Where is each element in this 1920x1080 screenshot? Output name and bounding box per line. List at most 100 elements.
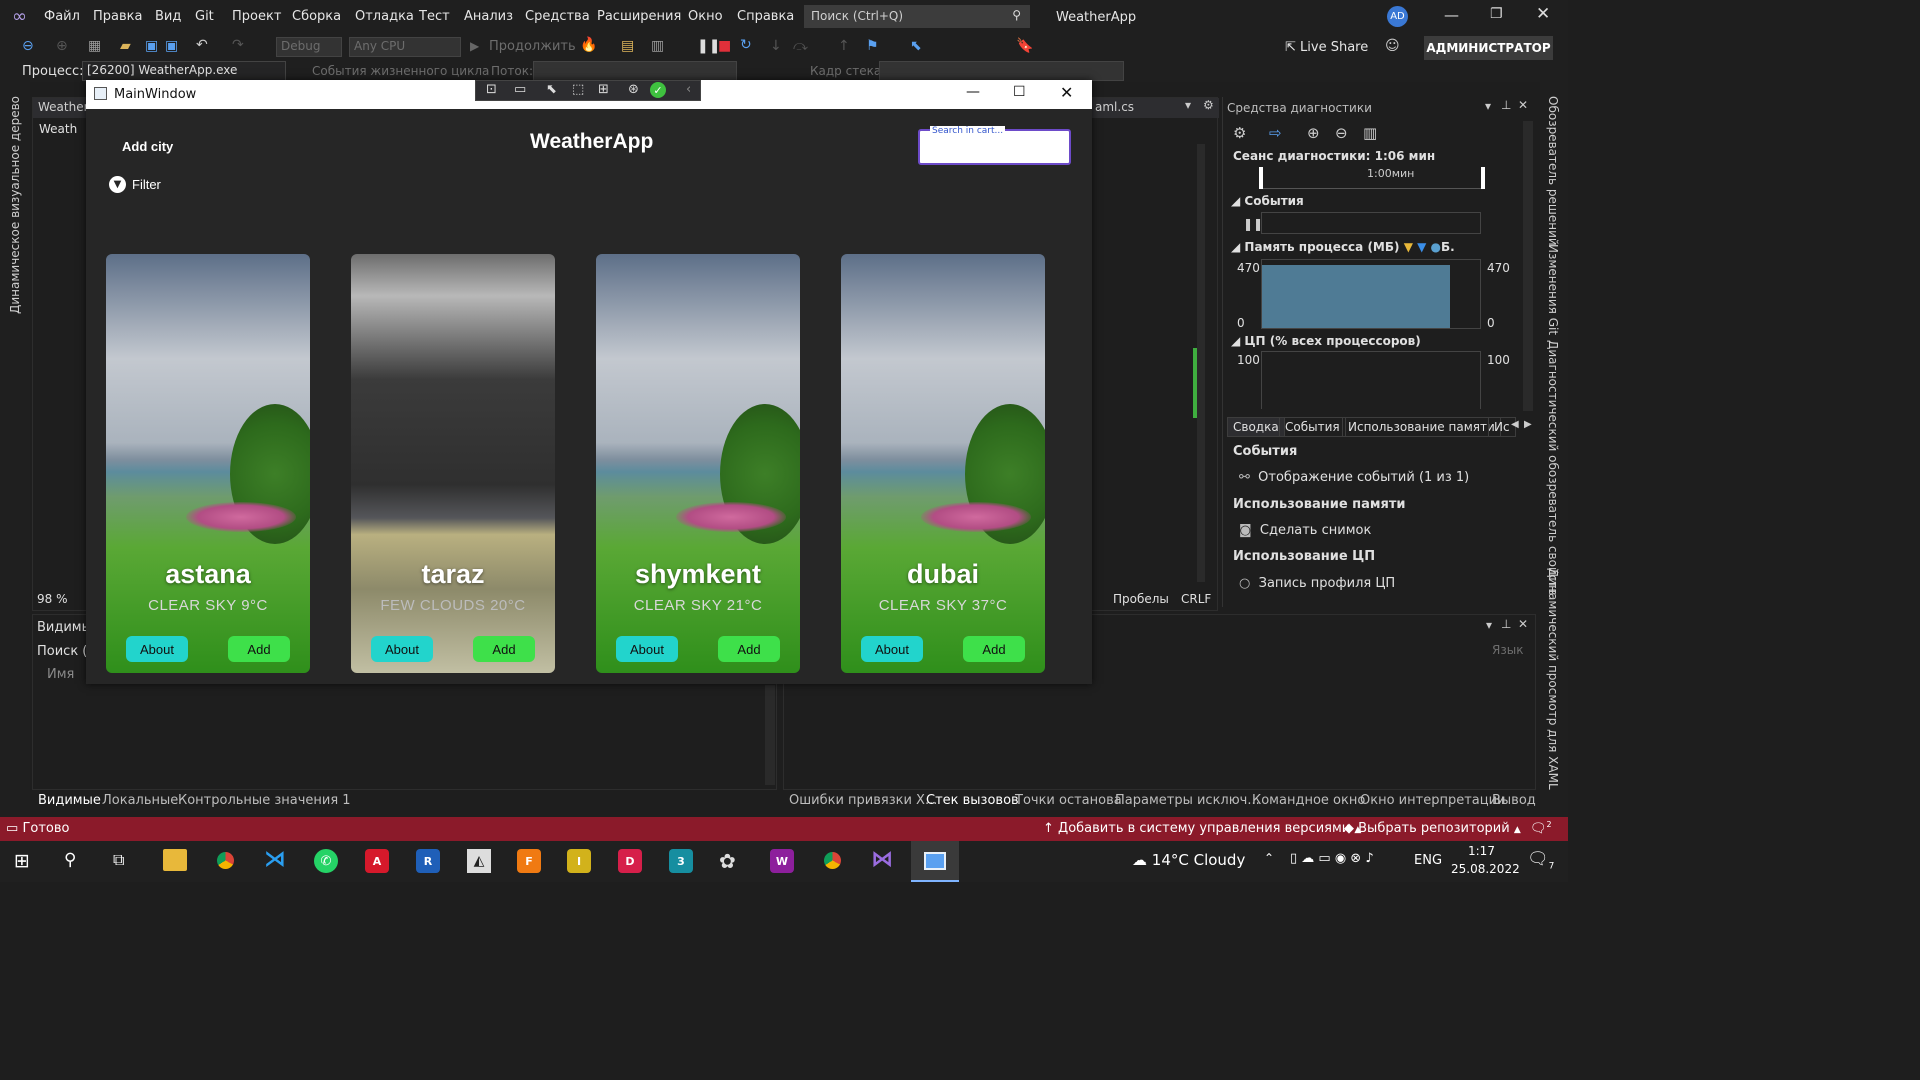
about-button[interactable]: About <box>616 636 678 662</box>
menu-edit[interactable]: Правка <box>93 9 142 24</box>
tab-events[interactable]: События <box>1279 417 1346 437</box>
binding-failures-icon[interactable]: ⊛ <box>628 82 639 97</box>
tray-chevron-icon[interactable]: ⌃ <box>1264 851 1274 865</box>
timeline-end-handle[interactable] <box>1481 167 1485 189</box>
redo-icon[interactable]: ↷ <box>232 37 244 53</box>
tab-locals[interactable]: Локальные <box>102 793 178 808</box>
shield-app-icon[interactable]: ✿ <box>719 849 736 873</box>
advance-steel-icon[interactable]: ◭ <box>467 849 491 873</box>
keyboard-language[interactable]: ENG <box>1414 853 1442 868</box>
process-select[interactable]: [26200] WeatherApp.exe <box>82 61 286 81</box>
pin-icon[interactable]: ⊥ <box>1501 617 1511 631</box>
task-view-icon[interactable]: ⧉ <box>113 850 124 870</box>
w-app-icon[interactable]: W <box>770 849 794 873</box>
record-icon-toolbar[interactable]: ▭ <box>514 82 526 97</box>
tab-visible[interactable]: Видимые <box>38 793 101 808</box>
app-title-bar[interactable]: MainWindow ⊡ ▭ ⬉ ⬚ ⊞ ⊛ ✓ ‹ — ☐ ✕ <box>86 80 1092 109</box>
menu-project[interactable]: Проект <box>232 9 281 24</box>
menu-build[interactable]: Сборка <box>292 9 341 24</box>
tree-item[interactable]: Weath <box>39 122 77 136</box>
open-folder-icon[interactable]: ▰ <box>120 38 131 54</box>
stack-frame-select[interactable] <box>879 61 1124 81</box>
weatherapp-taskbar-icon[interactable] <box>911 841 959 882</box>
zoom-in-icon[interactable]: ⊕ <box>1307 124 1320 142</box>
save-all-icon[interactable]: ▣ <box>165 38 178 54</box>
diag-scrollbar[interactable] <box>1523 121 1533 411</box>
solution-explorer-tab[interactable]: Обозреватель решений <box>1546 96 1560 246</box>
settings-gear-icon[interactable]: ⚙ <box>1203 98 1214 112</box>
go-to-live-tree-icon[interactable]: ⊡ <box>486 82 497 97</box>
tab-dropdown-icon[interactable]: ▾ <box>1185 98 1191 112</box>
bookmark-icon[interactable]: 🔖 <box>1016 38 1033 54</box>
search-taskbar-icon[interactable]: ⚲ <box>64 850 76 870</box>
vscode-icon[interactable]: ⋊ <box>264 847 286 872</box>
feedback-icon[interactable]: ☺ <box>1385 38 1400 54</box>
tab-exception-settings[interactable]: Параметры исключ... <box>1115 793 1260 808</box>
tabs-scroll-right-icon[interactable]: ▶ <box>1524 419 1532 430</box>
layout-icon[interactable]: ▥ <box>651 38 664 54</box>
tab-binding-errors[interactable]: Ошибки привязки X... <box>789 793 937 808</box>
display-adorners-icon[interactable]: ⬚ <box>572 82 584 97</box>
fusion360-icon[interactable]: F <box>517 849 541 873</box>
cpu-section[interactable]: ◢ ЦП (% всех процессоров) <box>1231 334 1421 348</box>
tab-watch-1[interactable]: Контрольные значения 1 <box>178 793 351 808</box>
select-repository[interactable]: ◆ Выбрать репозиторий ▲ <box>1344 821 1521 836</box>
app-minimize-icon[interactable]: — <box>966 84 980 100</box>
menu-tools[interactable]: Средства <box>525 9 590 24</box>
menu-test[interactable]: Тест <box>419 9 450 24</box>
filter-toggle[interactable]: ▼ Filter <box>109 176 161 193</box>
autocad-icon[interactable]: A <box>365 849 389 873</box>
live-share-button[interactable]: ⇱ Live Share <box>1285 40 1368 55</box>
step-out-icon[interactable]: ↑ <box>838 38 850 54</box>
timeline-ruler[interactable]: 1:00мин <box>1259 167 1485 189</box>
line-endings[interactable]: CRLF <box>1181 592 1211 606</box>
platform-select[interactable]: Any CPU <box>349 37 461 57</box>
hot-reload-icon[interactable]: 🔥 <box>580 37 597 53</box>
pane-close-icon[interactable]: ✕ <box>1518 617 1528 631</box>
menu-git[interactable]: Git <box>195 9 214 24</box>
collapse-toolbar-icon[interactable]: ‹ <box>686 82 691 97</box>
add-to-source-control[interactable]: ↑ Добавить в систему управления версиями… <box>1043 821 1361 836</box>
thread-select[interactable] <box>533 61 737 81</box>
menu-extensions[interactable]: Расширения <box>597 9 681 24</box>
breakpoint-toggle-icon[interactable]: ⚑ <box>866 38 879 54</box>
tab-immediate-window[interactable]: Окно интерпретации <box>1360 793 1505 808</box>
save-icon[interactable]: ▣ <box>145 38 158 54</box>
about-button[interactable]: About <box>126 636 188 662</box>
live-property-explorer-tab[interactable]: Диагностический обозреватель свойств <box>1546 340 1560 595</box>
diag-settings-icon[interactable]: ⚙ <box>1233 124 1246 142</box>
diag-close-icon[interactable]: ✕ <box>1518 98 1528 112</box>
select-element-icon[interactable]: ⬉ <box>910 38 922 54</box>
record-cpu-profile-button[interactable]: ○ Запись профиля ЦП <box>1239 576 1395 591</box>
xaml-live-preview-tab[interactable]: Динамический просмотр для XAML <box>1546 568 1560 790</box>
editor-tab[interactable]: Weather <box>38 100 89 114</box>
ide-search-input[interactable]: Поиск (Ctrl+Q) ⚲ <box>804 5 1030 28</box>
about-button[interactable]: About <box>861 636 923 662</box>
add-button[interactable]: Add <box>228 636 290 662</box>
minimize-icon[interactable]: — <box>1444 6 1459 24</box>
step-over-icon[interactable]: ⤼ <box>793 38 808 54</box>
file-explorer-icon[interactable] <box>163 849 187 871</box>
add-city-button[interactable]: Add city <box>122 139 173 154</box>
continue-icon[interactable]: ▶ <box>470 39 479 53</box>
menu-view[interactable]: Вид <box>155 9 181 24</box>
editor-scrollbar[interactable] <box>1197 144 1205 582</box>
notifications-bell-icon[interactable]: 🗨2 <box>1530 820 1552 836</box>
pane-menu-icon[interactable]: ▾ <box>1486 618 1492 632</box>
lifecycle-events[interactable]: События жизненного цикла <box>312 64 489 78</box>
continue-button[interactable]: Продолжить <box>489 39 576 54</box>
select-element-toolbar-icon[interactable]: ⬉ <box>546 82 557 97</box>
zoom-out-icon[interactable]: ⊖ <box>1335 124 1348 142</box>
menu-debug[interactable]: Отладка <box>355 9 414 24</box>
close-icon[interactable]: ✕ <box>1536 4 1550 24</box>
about-button[interactable]: About <box>371 636 433 662</box>
forward-icon[interactable]: ⊕ <box>56 38 68 54</box>
app-close-icon[interactable]: ✕ <box>1060 83 1073 102</box>
clock-date[interactable]: 25.08.2022 <box>1451 862 1520 876</box>
restart-icon[interactable]: ↻ <box>740 37 752 53</box>
whatsapp-icon[interactable]: ✆ <box>314 849 338 873</box>
diag-export-icon[interactable]: ⇨ <box>1269 124 1282 142</box>
back-icon[interactable]: ⊖ <box>22 38 34 54</box>
pause-icon[interactable]: ❚❚ <box>697 38 720 54</box>
tab-summary[interactable]: Сводка <box>1227 417 1285 437</box>
